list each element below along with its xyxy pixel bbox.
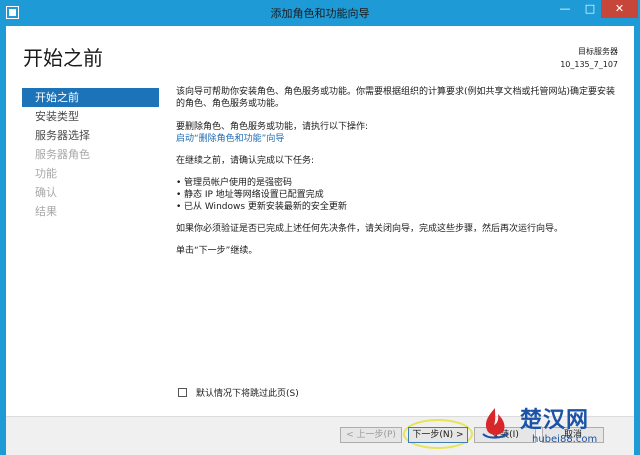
target-server-info: 目标服务器 10_135_7_107 xyxy=(560,45,618,71)
wizard-body: 开始之前 目标服务器 10_135_7_107 开始之前 安装类型 服务器选择 … xyxy=(6,26,634,455)
remove-roles-link[interactable]: 启动“删除角色和功能”向导 xyxy=(176,133,616,145)
next-button[interactable]: 下一步(N) > xyxy=(408,427,468,443)
content-pane: 该向导可帮助你安装角色、角色服务或功能。你需要根据组织的计算要求(例如共享文档或… xyxy=(176,86,616,257)
watermark-url: hubei88.com xyxy=(532,434,598,445)
previous-button: < 上一步(P) xyxy=(340,427,402,443)
window-title: 添加角色和功能向导 xyxy=(270,7,370,20)
continue-note-text: 单击“下一步”继续。 xyxy=(176,246,258,256)
target-server-name: 10_135_7_107 xyxy=(560,60,618,69)
nav-item-confirmation: 确认 xyxy=(35,186,57,199)
flame-logo-icon xyxy=(482,408,509,439)
nav-item-server-roles: 服务器角色 xyxy=(35,148,90,161)
target-server-label: 目标服务器 xyxy=(578,47,618,56)
nav-item-server-selection[interactable]: 服务器选择 xyxy=(22,126,159,145)
watermark: 楚汉网 hubei88.com xyxy=(470,404,640,454)
list-item: • 静态 IP 地址等网络设置已配置完成 xyxy=(176,190,324,200)
minimize-button[interactable]: — xyxy=(552,0,578,18)
before-intro-text: 在继续之前，请确认完成以下任务: xyxy=(176,156,315,166)
list-item: • 已从 Windows 更新安装最新的安全更新 xyxy=(176,202,347,212)
nav-item-before-you-begin[interactable]: 开始之前 xyxy=(22,88,159,107)
title-bar: 添加角色和功能向导 — □ ✕ xyxy=(0,0,640,26)
intro-text: 该向导可帮助你安装角色、角色服务或功能。你需要根据组织的计算要求(例如共享文档或… xyxy=(176,87,616,109)
nav-item-results: 结果 xyxy=(35,205,57,218)
skip-page-checkbox[interactable] xyxy=(178,388,187,397)
list-item: • 管理员帐户使用的是强密码 xyxy=(176,178,293,188)
page-title: 开始之前 xyxy=(23,46,103,70)
remove-intro-text: 要删除角色、角色服务或功能，请执行以下操作: xyxy=(176,122,369,132)
skip-page-label: 默认情况下将跳过此页(S) xyxy=(196,389,299,399)
close-button[interactable]: ✕ xyxy=(601,0,638,18)
close-note-text: 如果你必须验证是否已完成上述任何先决条件，请关闭向导，完成这些步骤，然后再次运行… xyxy=(176,224,564,234)
watermark-name: 楚汉网 xyxy=(520,408,590,433)
nav-item-features: 功能 xyxy=(35,167,57,180)
nav-item-installation-type[interactable]: 安装类型 xyxy=(22,107,159,126)
skip-page-option[interactable]: 默认情况下将跳过此页(S) xyxy=(178,386,299,399)
maximize-button[interactable]: □ xyxy=(577,0,603,18)
wizard-nav: 开始之前 安装类型 服务器选择 服务器角色 功能 确认 结果 xyxy=(22,88,159,221)
